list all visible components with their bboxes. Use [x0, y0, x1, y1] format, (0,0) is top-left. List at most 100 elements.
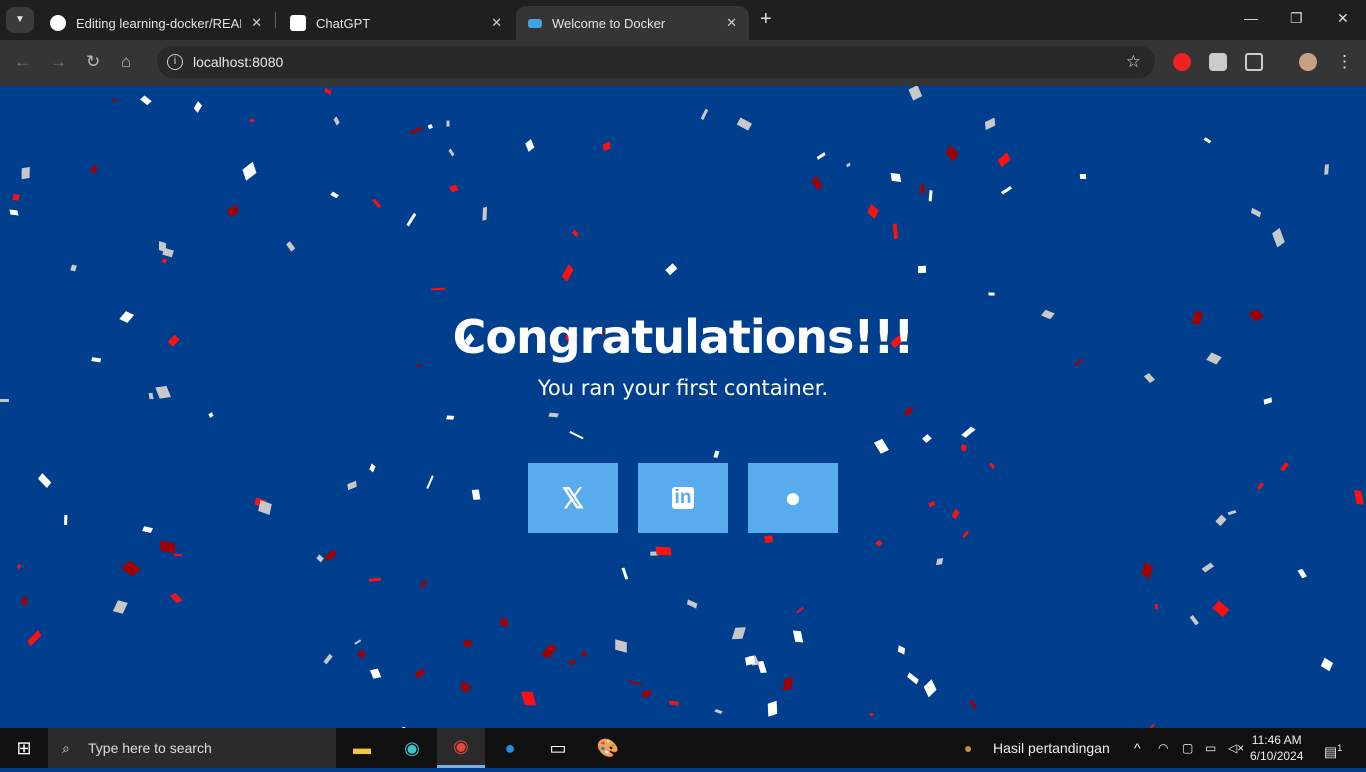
- confetti-piece: [917, 266, 926, 274]
- confetti-piece: [169, 593, 183, 604]
- confetti-piece: [1272, 227, 1285, 248]
- profile-avatar[interactable]: [1299, 53, 1317, 71]
- confetti-piece: [928, 501, 936, 508]
- battery-icon[interactable]: ▭: [1205, 728, 1216, 768]
- close-window-button[interactable]: ✕: [1337, 10, 1349, 27]
- confetti-piece: [687, 599, 698, 608]
- reddit-icon: ●: [784, 482, 802, 513]
- confetti-piece: [1201, 562, 1215, 574]
- docker-welcome-page: Congratulations!!! You ran your first co…: [0, 86, 1366, 728]
- confetti-piece: [449, 184, 459, 192]
- confetti-piece: [962, 530, 970, 539]
- confetti-piece: [665, 262, 678, 276]
- docker-desktop-icon[interactable]: ●: [486, 728, 534, 768]
- minimize-button[interactable]: —: [1244, 10, 1258, 26]
- forward-button[interactable]: →: [50, 52, 67, 72]
- confetti-piece: [139, 95, 152, 106]
- tab-github[interactable]: Editing learning-docker/README.md ✕: [38, 6, 274, 40]
- confetti-piece: [869, 712, 874, 717]
- new-tab-button[interactable]: +: [760, 8, 772, 31]
- reload-button[interactable]: ↻: [86, 52, 100, 72]
- browser-toolbar: ← → ↻ ⌂ i localhost:8080 ☆ ⋮: [0, 40, 1366, 86]
- tab-chatgpt[interactable]: ChatGPT ✕: [278, 6, 514, 40]
- confetti-piece: [1321, 657, 1334, 671]
- close-tab-icon[interactable]: ✕: [726, 15, 737, 31]
- wifi-icon[interactable]: ◠: [1158, 728, 1168, 768]
- address-bar[interactable]: i localhost:8080 ☆: [157, 46, 1155, 78]
- confetti-piece: [208, 412, 214, 419]
- extensions-puzzle-icon[interactable]: [1245, 53, 1263, 71]
- confetti-piece: [923, 679, 937, 697]
- confetti-piece: [427, 124, 434, 130]
- home-button[interactable]: ⌂: [121, 52, 131, 72]
- confetti-piece: [70, 265, 77, 273]
- confetti-piece: [898, 645, 906, 655]
- notifications-icon[interactable]: ▤1: [1324, 728, 1342, 768]
- confetti-piece: [731, 626, 746, 639]
- paint-icon[interactable]: 🎨: [584, 728, 632, 768]
- confetti-piece: [462, 638, 474, 648]
- confetti-piece: [907, 672, 920, 685]
- confetti-piece: [984, 117, 996, 131]
- share-linkedin-button[interactable]: in: [638, 463, 728, 533]
- confetti-piece: [370, 668, 382, 679]
- confetti-piece: [945, 144, 959, 163]
- confetti-piece: [737, 117, 752, 130]
- restore-button[interactable]: ❐: [1290, 10, 1303, 27]
- confetti-piece: [1212, 600, 1230, 618]
- confetti-piece: [1000, 186, 1013, 195]
- extension-icon[interactable]: [1209, 53, 1227, 71]
- confetti-piece: [324, 88, 332, 96]
- close-tab-icon[interactable]: ✕: [251, 15, 262, 31]
- confetti-piece: [655, 546, 671, 556]
- page-subtitle: You ran your first container.: [537, 376, 829, 400]
- share-x-button[interactable]: 𝕏: [528, 463, 618, 533]
- terminal-icon[interactable]: ▭: [534, 728, 582, 768]
- confetti-piece: [448, 148, 455, 157]
- confetti-piece: [372, 198, 382, 208]
- confetti-piece: [369, 463, 376, 473]
- news-widget-icon[interactable]: ●: [964, 728, 972, 768]
- confetti-piece: [571, 229, 579, 238]
- confetti-piece: [89, 164, 98, 175]
- camera-icon[interactable]: ▢: [1182, 728, 1193, 768]
- confetti-piece: [27, 630, 42, 646]
- clock[interactable]: 11:46 AM 6/10/2024: [1250, 732, 1303, 764]
- confetti-piece: [419, 578, 428, 589]
- confetti-piece: [37, 473, 52, 489]
- confetti-piece: [161, 247, 174, 258]
- taskbar-search[interactable]: ⌕ Type here to search: [48, 728, 336, 768]
- confetti-piece: [121, 560, 142, 576]
- confetti-piece: [1280, 461, 1290, 471]
- volume-muted-icon[interactable]: ◁×: [1228, 728, 1244, 768]
- tab-search-button[interactable]: ▼: [6, 7, 34, 33]
- confetti-piece: [627, 680, 644, 686]
- tray-overflow-icon[interactable]: ^: [1134, 728, 1141, 768]
- windows-start-button[interactable]: ⊞: [0, 728, 48, 768]
- bookmark-star-icon[interactable]: ☆: [1126, 46, 1141, 78]
- confetti-piece: [142, 526, 154, 534]
- confetti-piece: [446, 120, 450, 128]
- share-reddit-button[interactable]: ●: [748, 463, 838, 533]
- menu-kebab-icon[interactable]: ⋮: [1336, 52, 1353, 72]
- site-info-icon[interactable]: i: [167, 54, 183, 70]
- confetti-piece: [669, 700, 680, 706]
- news-widget[interactable]: Hasil pertandingan: [993, 728, 1110, 768]
- search-icon: ⌕: [62, 740, 70, 756]
- docker-icon: [528, 18, 542, 28]
- close-tab-icon[interactable]: ✕: [491, 15, 502, 31]
- confetti-piece: [782, 677, 793, 691]
- confetti-piece: [602, 141, 611, 153]
- confetti-piece: [111, 98, 118, 103]
- confetti-piece: [796, 606, 804, 614]
- confetti-piece: [920, 184, 925, 195]
- chrome-icon[interactable]: ◉: [437, 728, 485, 768]
- edge-icon[interactable]: ◉: [388, 728, 436, 768]
- confetti-piece: [614, 638, 627, 653]
- confetti-piece: [988, 462, 995, 469]
- back-button[interactable]: ←: [14, 52, 31, 72]
- file-explorer-icon[interactable]: ▬: [338, 728, 386, 768]
- confetti-piece: [159, 540, 176, 554]
- adblock-extension-icon[interactable]: [1173, 53, 1191, 71]
- tab-docker[interactable]: Welcome to Docker ✕: [516, 6, 749, 40]
